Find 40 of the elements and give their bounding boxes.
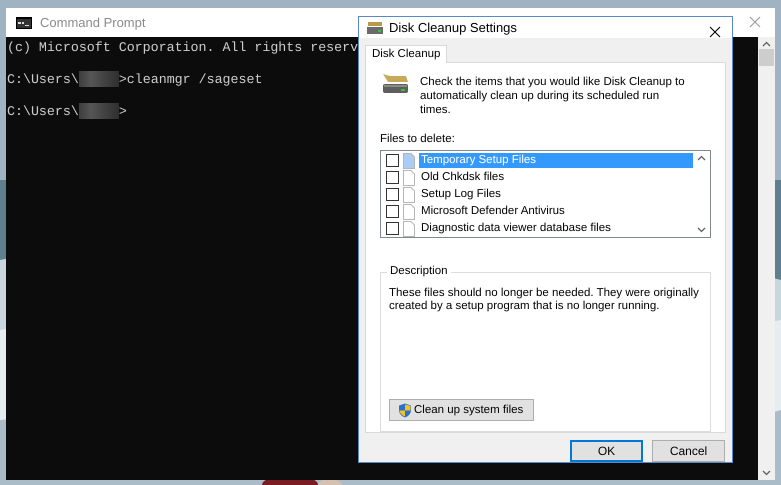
group-heading: Description (387, 265, 451, 277)
file-item[interactable]: Microsoft Defender Antivirus (419, 204, 693, 219)
console-text: > (118, 104, 127, 118)
list-label: Files to delete: (380, 133, 456, 145)
instruction-text: Check the items that you would like Disk Cleanup to automatically clean up during its scheduled run times. (420, 75, 686, 117)
console-text: C:\Users\ (7, 72, 79, 86)
close-icon[interactable] (749, 16, 761, 28)
file-item[interactable]: Setup Log Files (419, 187, 693, 202)
description-text: These files should no longer be needed. They were originally created by a setup program that is no longer running. (389, 287, 700, 313)
file-icon (403, 220, 415, 236)
disk-icon (367, 20, 383, 34)
file-item[interactable]: Old Chkdsk files (419, 170, 693, 185)
redacted-block (78, 71, 119, 87)
dialog-button[interactable]: Cancel (652, 440, 725, 462)
close-icon (709, 26, 721, 38)
file-list[interactable]: Temporary Setup Files Old Chkdsk files Setup Log Files Microsoft Defender Antivirus Diagnostic data viewer database files (380, 150, 711, 238)
checkbox[interactable] (386, 205, 399, 218)
console-text: C:\Users\ (7, 104, 79, 118)
file-item[interactable]: Diagnostic data viewer database files (419, 221, 693, 236)
dialog-button[interactable]: OK (570, 440, 643, 462)
console-text: (c) Microsoft Corporation. All rights reserv (7, 40, 358, 54)
checkbox[interactable] (386, 222, 399, 235)
system-files-button[interactable]: Clean up system files (389, 399, 534, 421)
window-title: Command Prompt (40, 15, 146, 30)
file-icon (403, 152, 415, 168)
tab[interactable]: Disk Cleanup (365, 45, 448, 63)
file-icon (403, 170, 415, 186)
checkbox[interactable] (386, 171, 399, 184)
window-title: Disk Cleanup Settings (389, 20, 517, 35)
checkbox[interactable] (386, 154, 399, 167)
checkbox[interactable] (386, 188, 399, 201)
console-icon (16, 16, 32, 28)
shield-icon (398, 402, 412, 418)
console-text: >cleanmgr /sageset (118, 72, 262, 86)
file-icon (403, 186, 415, 202)
scrollbar[interactable] (758, 37, 775, 480)
scroll-thumb[interactable] (759, 49, 774, 66)
redacted-block (78, 103, 119, 119)
drive-broom-icon (380, 72, 410, 96)
file-icon (403, 204, 415, 220)
